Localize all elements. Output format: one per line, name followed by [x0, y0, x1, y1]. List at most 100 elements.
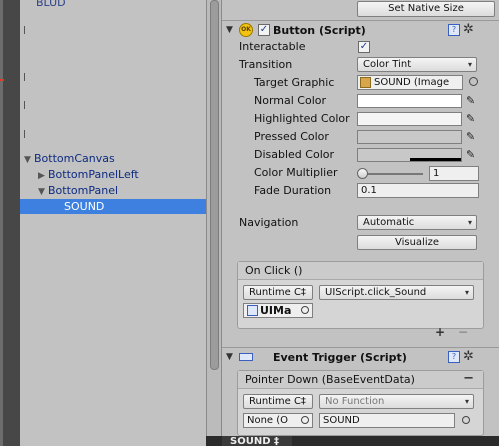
object-picker-icon[interactable]: [301, 306, 309, 314]
help-book-icon[interactable]: ?: [448, 351, 460, 363]
object-picker-icon[interactable]: [462, 416, 470, 424]
component-enabled-checkbox[interactable]: ✓: [258, 24, 270, 36]
pointer-down-function-dropdown[interactable]: No Function ▾: [319, 394, 474, 409]
pointer-down-object-field[interactable]: None (O: [243, 413, 313, 428]
dropdown-arrow-icon: ▾: [464, 288, 469, 297]
script-object-icon: [247, 305, 258, 316]
pointer-down-runtime-dropdown[interactable]: Runtime C‡: [243, 394, 313, 409]
pointer-down-header: Pointer Down (BaseEventData) −: [238, 371, 483, 389]
on-click-runtime-dropdown[interactable]: Runtime C‡: [243, 285, 313, 300]
target-graphic-row: Target Graphic SOUND (Image: [222, 74, 499, 92]
interactable-checkbox[interactable]: ✓: [358, 41, 370, 53]
on-click-object-value: UIMa: [260, 304, 292, 317]
pressed-color-label: Pressed Color: [254, 130, 329, 143]
on-click-header: On Click (): [238, 262, 483, 280]
transition-dropdown[interactable]: Color Tint ▾: [357, 57, 477, 72]
eyedropper-icon[interactable]: ✎: [466, 112, 478, 126]
scene-red-marker: [0, 79, 4, 81]
fade-duration-field[interactable]: 0.1: [357, 183, 479, 198]
help-book-icon[interactable]: ?: [448, 24, 460, 36]
hierarchy-item-bottomcanvas[interactable]: ▼ BottomCanvas: [24, 151, 115, 166]
pointer-down-panel: Pointer Down (BaseEventData) − Runtime C…: [237, 370, 484, 436]
pressed-color-row: Pressed Color ✎: [222, 128, 499, 146]
inspector-panel: Set Native Size ▼ OK ✓ Button (Script) ?…: [222, 0, 499, 446]
object-picker-icon[interactable]: [301, 416, 309, 424]
hierarchy-panel: BLUD ▼ BottomCanvas ▶ BottomPanelLeft ▼ Bot…: [20, 0, 206, 446]
hierarchy-item-label: BottomCanvas: [34, 152, 115, 165]
color-multiplier-field[interactable]: 1: [429, 166, 479, 181]
remove-event-button[interactable]: −: [463, 371, 474, 386]
target-graphic-value: SOUND (Image: [374, 77, 450, 88]
component-title: Event Trigger (Script): [273, 351, 407, 364]
color-multiplier-slider-track[interactable]: [359, 173, 423, 175]
on-click-function-dropdown[interactable]: UIScript.click_Sound ▾: [319, 285, 474, 300]
runtime-value: Runtime C‡: [249, 396, 306, 407]
hierarchy-item-bottompanelleft[interactable]: ▶ BottomPanelLeft: [38, 167, 139, 182]
normal-color-row: Normal Color ✎: [222, 92, 499, 110]
expand-triangle-icon[interactable]: ▼: [38, 185, 48, 200]
navigation-value: Automatic: [363, 217, 415, 228]
gear-icon[interactable]: ✲: [463, 349, 474, 364]
pressed-color-swatch[interactable]: [357, 130, 462, 144]
normal-color-swatch[interactable]: [357, 94, 462, 108]
navigation-row: Navigation Automatic ▾: [222, 214, 499, 232]
eyedropper-icon[interactable]: ✎: [466, 130, 478, 144]
color-multiplier-slider-knob[interactable]: [357, 168, 368, 179]
disabled-color-label: Disabled Color: [254, 148, 335, 161]
transition-label: Transition: [239, 58, 293, 71]
scene-edge: [0, 0, 3, 446]
pointer-down-param-field[interactable]: SOUND: [319, 413, 455, 428]
runtime-value: Runtime C‡: [249, 287, 306, 298]
color-multiplier-label: Color Multiplier: [254, 166, 338, 179]
target-graphic-field[interactable]: SOUND (Image: [357, 75, 463, 90]
function-value: No Function: [325, 396, 385, 407]
function-value: UIScript.click_Sound: [325, 287, 427, 298]
expand-triangle-icon[interactable]: ▼: [24, 153, 34, 168]
alpha-bar: [410, 158, 461, 161]
fade-duration-label: Fade Duration: [254, 184, 332, 197]
hierarchy-item-top[interactable]: BLUD: [36, 0, 66, 10]
foldout-arrow-icon[interactable]: ▼: [226, 25, 233, 35]
interactable-row: Interactable ✓: [222, 38, 499, 56]
hierarchy-item-sound[interactable]: SOUND: [20, 199, 206, 214]
button-component-header[interactable]: ▼ OK ✓ Button (Script) ? ✲: [222, 20, 499, 38]
gear-icon[interactable]: ✲: [463, 22, 474, 37]
foldout-arrow-icon[interactable]: ▼: [226, 352, 233, 362]
normal-color-label: Normal Color: [254, 94, 327, 107]
target-graphic-label: Target Graphic: [254, 76, 335, 89]
navigation-dropdown[interactable]: Automatic ▾: [357, 215, 477, 230]
highlighted-color-swatch[interactable]: [357, 112, 462, 126]
script-component-icon: [239, 353, 253, 361]
hierarchy-item-bottompanel[interactable]: ▼ BottomPanel: [38, 183, 118, 198]
scrollbar-thumb[interactable]: [210, 0, 219, 370]
color-multiplier-row: Color Multiplier 1: [222, 164, 499, 182]
highlighted-color-row: Highlighted Color ✎: [222, 110, 499, 128]
image-icon: [360, 77, 371, 88]
remove-listener-button[interactable]: −: [458, 325, 468, 339]
hierarchy-guide: [24, 130, 25, 138]
scene-view-strip: [0, 0, 20, 446]
transition-value: Color Tint: [363, 59, 412, 70]
interactable-label: Interactable: [239, 40, 306, 53]
fade-duration-row: Fade Duration 0.1: [222, 182, 499, 200]
hierarchy-guide: [24, 26, 25, 34]
button-component-icon: OK: [239, 23, 253, 37]
eyedropper-icon[interactable]: ✎: [466, 94, 478, 108]
bottom-tab-sound[interactable]: SOUND ‡: [222, 436, 292, 446]
dropdown-arrow-icon: ▾: [467, 218, 472, 227]
add-listener-button[interactable]: +: [435, 325, 445, 339]
set-native-size-button[interactable]: Set Native Size: [357, 1, 495, 17]
event-trigger-component-header[interactable]: ▼ Event Trigger (Script) ? ✲: [222, 347, 499, 365]
pointer-down-object-value: None (O: [247, 415, 289, 426]
on-click-object-field[interactable]: UIMa: [243, 303, 313, 318]
inspector-scrollbar[interactable]: [206, 0, 222, 446]
collapse-triangle-icon[interactable]: ▶: [38, 169, 48, 184]
highlighted-color-label: Highlighted Color: [254, 112, 350, 125]
object-picker-icon[interactable]: [469, 77, 478, 86]
visualize-button[interactable]: Visualize: [357, 235, 477, 250]
component-title: Button (Script): [273, 24, 366, 37]
disabled-color-swatch[interactable]: [357, 148, 462, 162]
eyedropper-icon[interactable]: ✎: [466, 148, 478, 162]
pointer-down-param-value: SOUND: [323, 415, 360, 426]
dropdown-arrow-icon: ▾: [467, 60, 472, 69]
